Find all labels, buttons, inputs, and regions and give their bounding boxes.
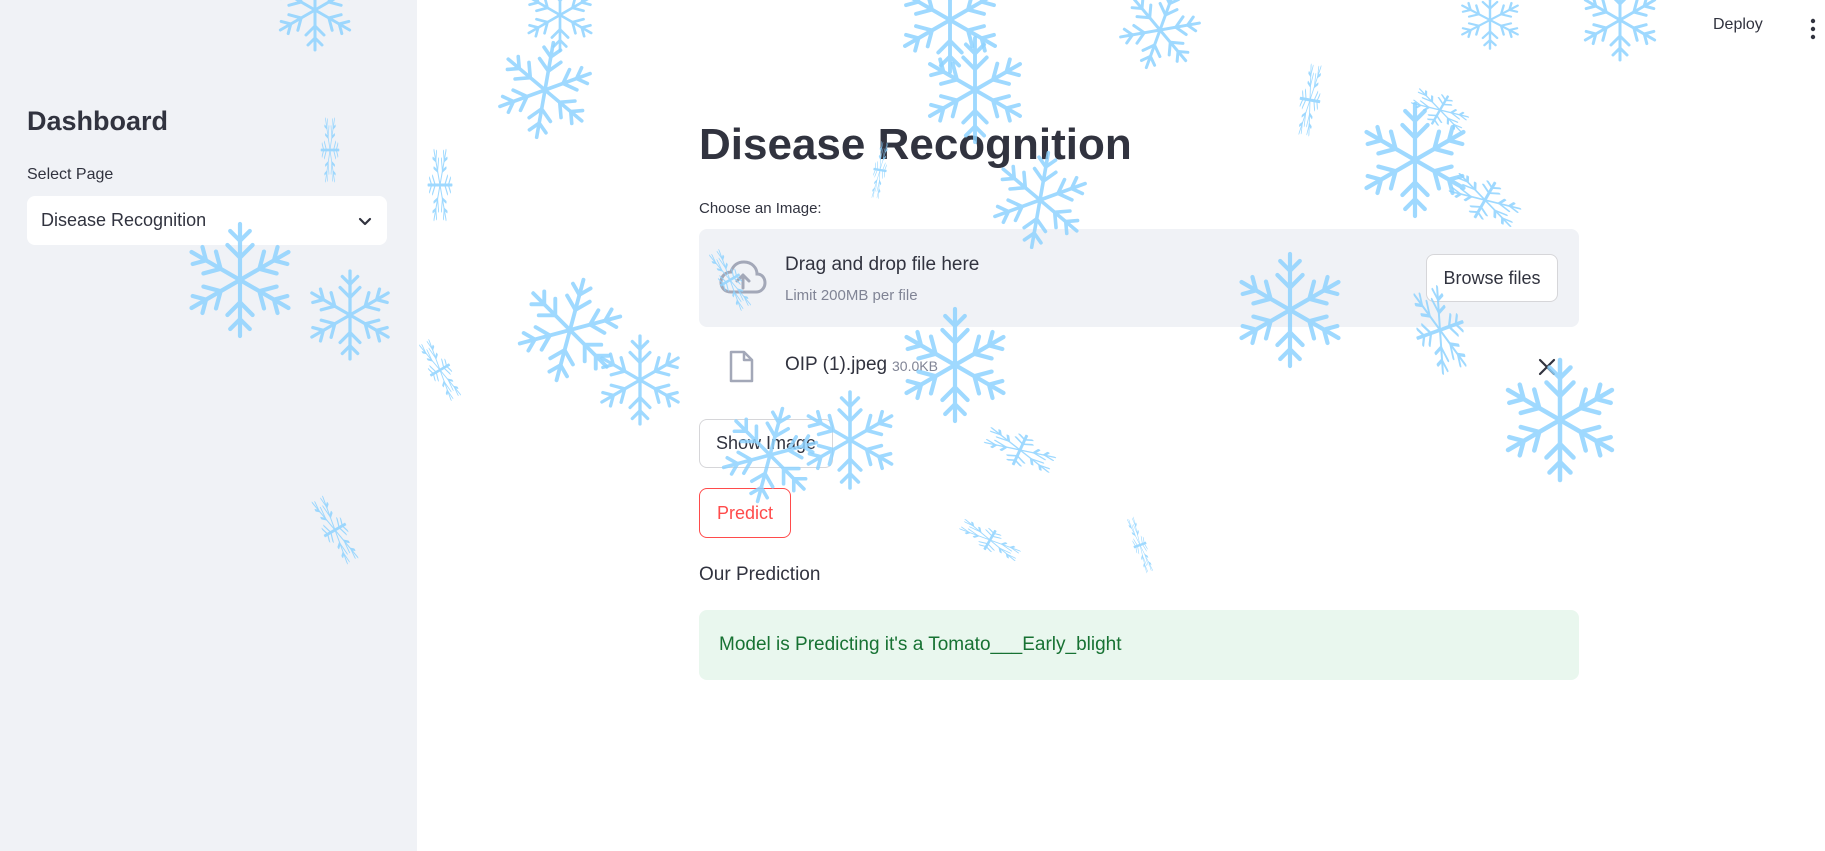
show-image-button[interactable]: Show Image <box>699 419 833 468</box>
chevron-down-icon <box>358 217 372 225</box>
file-name: OIP (1).jpeg <box>785 354 888 375</box>
snowflake-icon <box>597 336 683 424</box>
deploy-button[interactable]: Deploy <box>1713 16 1763 40</box>
close-icon[interactable] <box>1537 357 1557 377</box>
dropzone-instruction: Drag and drop file here <box>785 254 980 275</box>
prediction-heading: Our Prediction <box>699 564 821 585</box>
snowflake-icon <box>428 146 452 224</box>
snowflake-icon <box>954 513 1026 567</box>
snowflake-icon <box>899 0 1001 72</box>
uploaded-file-row: OIP (1).jpeg 30.0KB <box>699 344 1579 388</box>
snowflake-icon <box>1293 60 1326 141</box>
predict-button[interactable]: Predict <box>699 488 791 538</box>
select-page-dropdown[interactable]: Disease Recognition <box>27 196 387 245</box>
snowflake-icon <box>1581 0 1659 60</box>
snowflake-icon <box>1123 513 1156 576</box>
file-size: 30.0KB <box>892 358 938 374</box>
cloud-upload-icon <box>719 260 767 294</box>
sidebar: Dashboard Select Page Disease Recognitio… <box>0 0 417 851</box>
sidebar-title: Dashboard <box>27 106 169 136</box>
snowflake-icon <box>978 419 1062 481</box>
snowflake-icon <box>1360 104 1470 216</box>
snowflake-icon <box>507 267 632 394</box>
snowflake-icon <box>490 35 599 146</box>
select-page-value: Disease Recognition <box>41 210 207 230</box>
snowflake-icon <box>525 0 595 51</box>
snowflake-icon <box>1459 0 1522 49</box>
kebab-menu-icon[interactable] <box>1808 18 1818 40</box>
snowflake-icon <box>1405 80 1475 139</box>
browse-files-button[interactable]: Browse files <box>1426 254 1558 302</box>
uploader-label: Choose an Image: <box>699 200 822 217</box>
snowflake-icon <box>1110 0 1211 81</box>
file-icon <box>729 350 754 383</box>
snowflake-icon <box>1441 163 1529 237</box>
snowflake-icon <box>413 334 467 406</box>
prediction-result-alert: Model is Predicting it's a Tomato___Earl… <box>699 610 1579 680</box>
select-page-label: Select Page <box>27 166 114 183</box>
file-dropzone[interactable]: Drag and drop file here Limit 200MB per … <box>699 229 1579 327</box>
page-title: Disease Recognition <box>699 120 1132 169</box>
dropzone-limit: Limit 200MB per file <box>785 287 918 304</box>
